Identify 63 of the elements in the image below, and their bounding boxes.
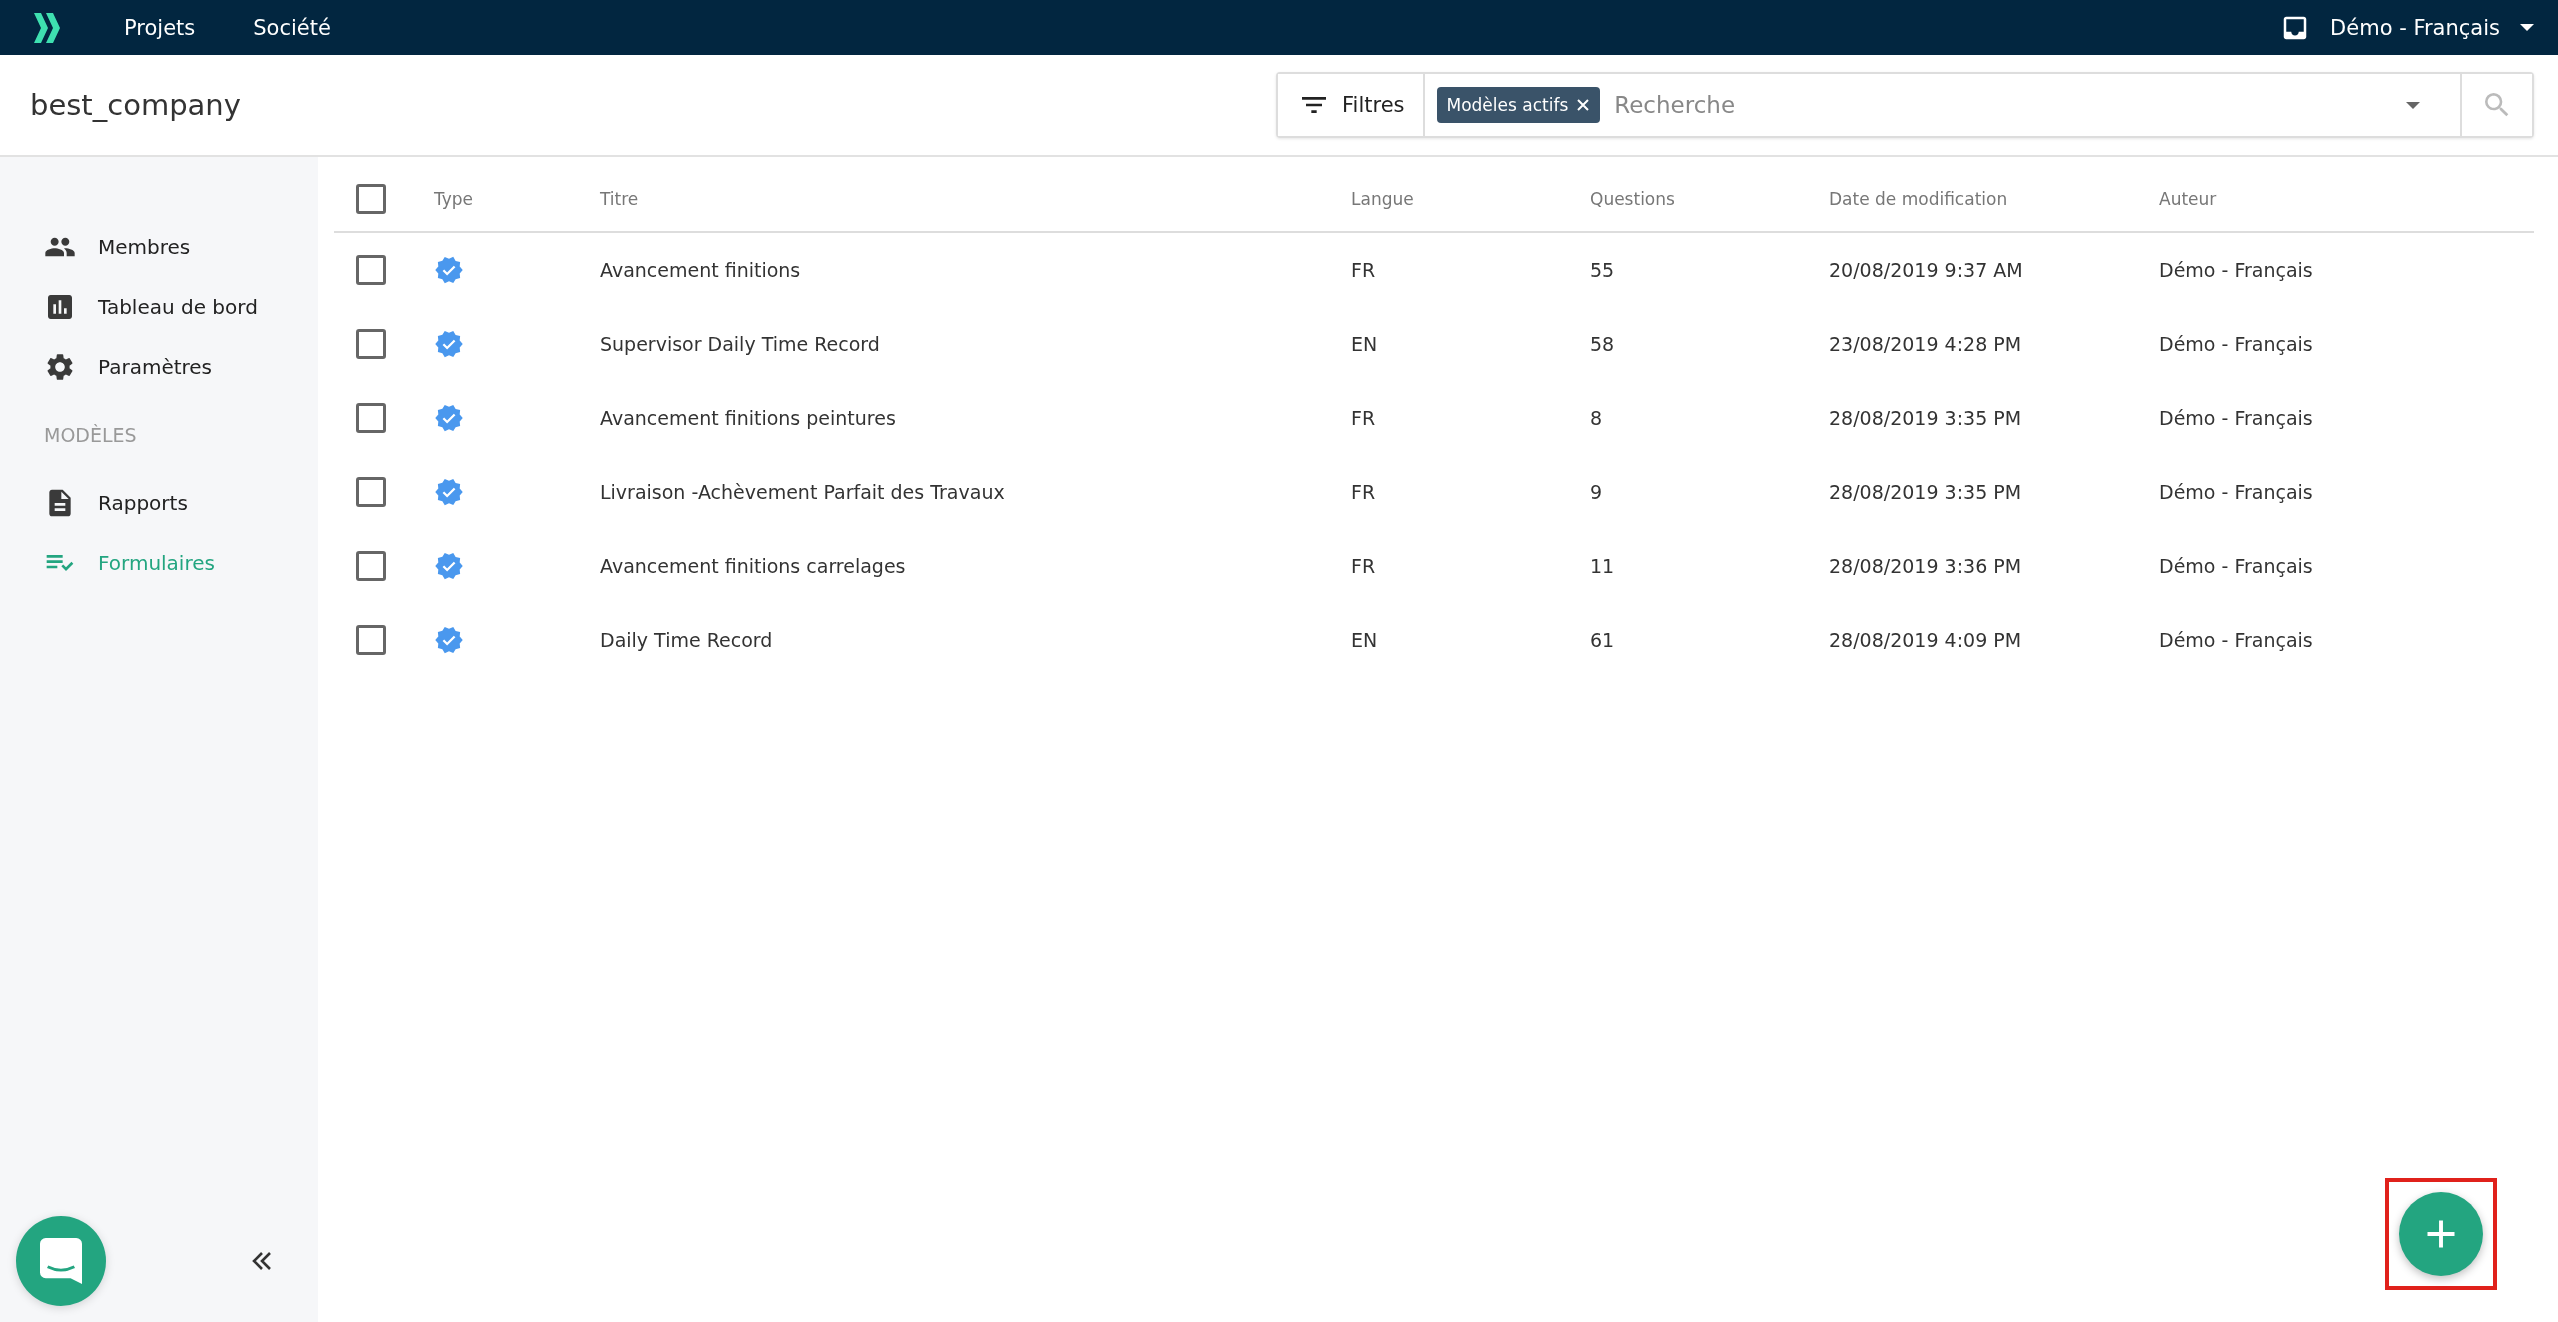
nav-link[interactable]: Société <box>253 15 331 40</box>
row-checkbox[interactable] <box>356 403 386 433</box>
language-cell: FR <box>1350 232 1589 307</box>
search-field[interactable]: Modèles actifs Recherche <box>1424 74 2460 136</box>
close-icon[interactable] <box>1576 98 1591 112</box>
questions-cell-text: 9 <box>1589 480 1604 505</box>
page-title: best_company <box>30 88 241 122</box>
questions-cell-text: 61 <box>1589 628 1616 653</box>
sidebar-item[interactable]: Membres <box>0 217 318 277</box>
language-cell-text: FR <box>1350 554 1377 579</box>
user-menu[interactable]: Démo - Français <box>2280 12 2534 43</box>
row-checkbox[interactable] <box>356 551 386 581</box>
nav-link[interactable]: Projets <box>124 15 196 40</box>
date-cell-text: 28/08/2019 3:35 PM <box>1828 480 2023 505</box>
sidebar-item[interactable]: Paramètres <box>0 337 318 397</box>
author-cell-text: Démo - Français <box>2158 406 2314 431</box>
questions-cell-text: 58 <box>1589 332 1616 357</box>
date-cell-text: 28/08/2019 4:09 PM <box>1828 628 2023 653</box>
row-checkbox[interactable] <box>356 477 386 507</box>
title-cell[interactable]: Supervisor Daily Time Record <box>599 307 1350 381</box>
date-cell-text: 28/08/2019 3:35 PM <box>1828 406 2023 431</box>
language-cell-text: FR <box>1350 406 1377 431</box>
language-cell-text: EN <box>1350 332 1379 357</box>
dropdown-caret-icon[interactable] <box>2406 101 2420 109</box>
collapse-icon[interactable] <box>252 1252 272 1270</box>
column-header[interactable]: Titre <box>599 167 1350 232</box>
questions-cell: 55 <box>1589 232 1828 307</box>
row-checkbox[interactable] <box>356 329 386 359</box>
author-cell-text: Démo - Français <box>2158 480 2314 505</box>
title-cell[interactable]: Avancement finitions peintures <box>599 381 1350 455</box>
author-cell-text: Démo - Français <box>2158 628 2314 653</box>
title-cell[interactable]: Livraison -Achèvement Parfait des Travaux <box>599 455 1350 529</box>
title-cell[interactable]: Avancement finitions <box>599 232 1350 307</box>
language-cell-text: EN <box>1350 628 1379 653</box>
logo-icon <box>32 10 62 45</box>
date-cell-text: 28/08/2019 3:36 PM <box>1828 554 2023 579</box>
chat-bubble-icon <box>40 1238 82 1284</box>
section-heading: MODÈLES <box>43 423 138 448</box>
author-cell: Démo - Français <box>2158 232 2534 307</box>
column-header[interactable]: Type <box>433 167 599 232</box>
author-cell-text: Démo - Français <box>2158 332 2314 357</box>
title-cell[interactable]: Avancement finitions carrelages <box>599 529 1350 603</box>
questions-cell-text: 8 <box>1589 406 1604 431</box>
title-cell[interactable]: Daily Time Record <box>599 603 1350 677</box>
sidebar-item[interactable]: Rapports <box>0 473 318 533</box>
date-cell-text: 23/08/2019 4:28 PM <box>1828 332 2023 357</box>
filter-button[interactable]: Filtres <box>1278 74 1425 136</box>
row-checkbox[interactable] <box>356 255 386 285</box>
add-button[interactable] <box>2399 1192 2483 1276</box>
chat-button[interactable] <box>16 1216 106 1306</box>
questions-cell-text: 11 <box>1589 554 1616 579</box>
row-checkbox[interactable] <box>356 625 386 655</box>
author-cell-text: Démo - Français <box>2158 554 2314 579</box>
column-header[interactable]: Auteur <box>2158 167 2534 232</box>
filter-chip[interactable]: Modèles actifs <box>1436 87 1601 123</box>
caret-icon <box>2520 24 2534 31</box>
select-all-checkbox[interactable] <box>356 184 386 214</box>
sidebar-item[interactable]: Tableau de bord <box>0 277 318 337</box>
language-cell-text: FR <box>1350 480 1377 505</box>
column-header[interactable]: Langue <box>1350 167 1589 232</box>
column-header[interactable]: Questions <box>1589 167 1828 232</box>
date-cell: 20/08/2019 9:37 AM <box>1828 232 2158 307</box>
column-header[interactable]: Date de modification <box>1828 167 2158 232</box>
